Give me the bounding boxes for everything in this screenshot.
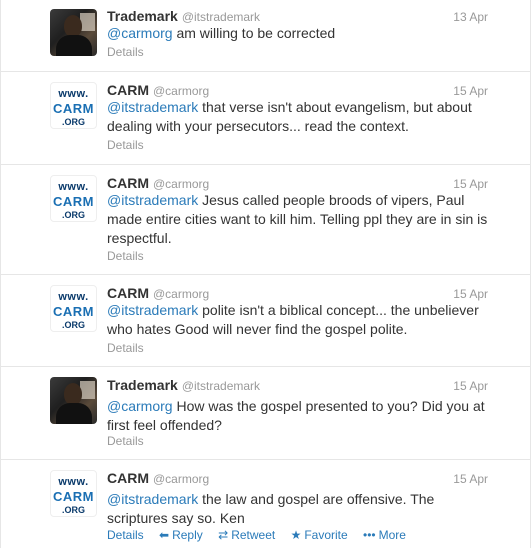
timestamp[interactable]: 13 Apr	[453, 10, 488, 24]
user-handle[interactable]: @carmorg	[153, 177, 209, 191]
tweet[interactable]: Trademark @itstrademark 15 Apr @carmorg H…	[1, 367, 531, 460]
tweet-text: @carmorg How was the gospel presented to…	[107, 398, 485, 433]
avatar[interactable]	[50, 377, 97, 424]
tweet-timeline: Trademark @itstrademark 13 Apr @carmorg a…	[0, 0, 531, 548]
avatar[interactable]: www. CARM .ORG	[50, 82, 97, 129]
tweet[interactable]: www. CARM .ORG CARM @carmorg 15 Apr @itstra…	[1, 460, 531, 548]
user-handle[interactable]: @itstrademark	[182, 10, 260, 24]
mention-link[interactable]: @carmorg	[107, 398, 173, 414]
details-link[interactable]: Details	[107, 45, 144, 59]
mention-link[interactable]: @carmorg	[107, 25, 173, 41]
more-button[interactable]: ••• More	[363, 528, 406, 542]
user-handle[interactable]: @carmorg	[153, 84, 209, 98]
timestamp[interactable]: 15 Apr	[453, 177, 488, 191]
favorite-button[interactable]: ★ Favorite	[291, 528, 348, 542]
tweet[interactable]: www. CARM .ORG CARM @carmorg 15 Apr @itstra…	[1, 72, 531, 165]
tweet-text: @itstrademark polite isn't a biblical co…	[107, 302, 479, 337]
timestamp[interactable]: 15 Apr	[453, 379, 488, 393]
user-name[interactable]: CARM	[107, 175, 149, 191]
details-link[interactable]: Details	[107, 528, 144, 542]
user-handle[interactable]: @itstrademark	[182, 379, 260, 393]
tweet-actions: Details ⬅︎ Reply ⇄ Retweet ★ Favorite ••• Mo…	[107, 528, 418, 542]
avatar[interactable]: www. CARM .ORG	[50, 285, 97, 332]
user-handle[interactable]: @carmorg	[153, 287, 209, 301]
tweet-text: @itstrademark the law and gospel are off…	[107, 491, 435, 526]
user-name[interactable]: Trademark	[107, 377, 178, 393]
star-icon: ★	[290, 528, 302, 542]
details-link[interactable]: Details	[107, 249, 144, 263]
user-name[interactable]: CARM	[107, 82, 149, 98]
avatar[interactable]	[50, 9, 97, 56]
timestamp[interactable]: 15 Apr	[453, 472, 488, 486]
avatar[interactable]: www. CARM .ORG	[50, 470, 97, 517]
timestamp[interactable]: 15 Apr	[453, 287, 488, 301]
avatar[interactable]: www. CARM .ORG	[50, 175, 97, 222]
user-name[interactable]: Trademark	[107, 8, 178, 24]
details-link[interactable]: Details	[107, 341, 144, 355]
details-link[interactable]: Details	[107, 434, 144, 448]
tweet-text: @carmorg am willing to be corrected	[107, 25, 336, 41]
tweet[interactable]: www. CARM .ORG CARM @carmorg 15 Apr @itstra…	[1, 165, 531, 275]
retweet-button[interactable]: ⇄ Retweet	[218, 528, 275, 542]
timestamp[interactable]: 15 Apr	[453, 84, 488, 98]
mention-link[interactable]: @itstrademark	[107, 99, 198, 115]
user-name[interactable]: CARM	[107, 470, 149, 486]
details-link[interactable]: Details	[107, 138, 144, 152]
ellipsis-icon: •••	[363, 528, 376, 542]
tweet[interactable]: Trademark @itstrademark 13 Apr @carmorg a…	[1, 0, 531, 72]
tweet-text: @itstrademark that verse isn't about eva…	[107, 99, 472, 134]
user-handle[interactable]: @carmorg	[153, 472, 209, 486]
mention-link[interactable]: @itstrademark	[107, 491, 198, 507]
tweet-text: @itstrademark Jesus called people broods…	[107, 192, 488, 246]
tweet[interactable]: www. CARM .ORG CARM @carmorg 15 Apr @itstra…	[1, 275, 531, 367]
mention-link[interactable]: @itstrademark	[107, 192, 198, 208]
reply-button[interactable]: ⬅︎ Reply	[159, 528, 203, 542]
user-name[interactable]: CARM	[107, 285, 149, 301]
reply-icon: ⬅︎	[159, 528, 170, 542]
mention-link[interactable]: @itstrademark	[107, 302, 198, 318]
retweet-icon: ⇄	[218, 528, 229, 542]
